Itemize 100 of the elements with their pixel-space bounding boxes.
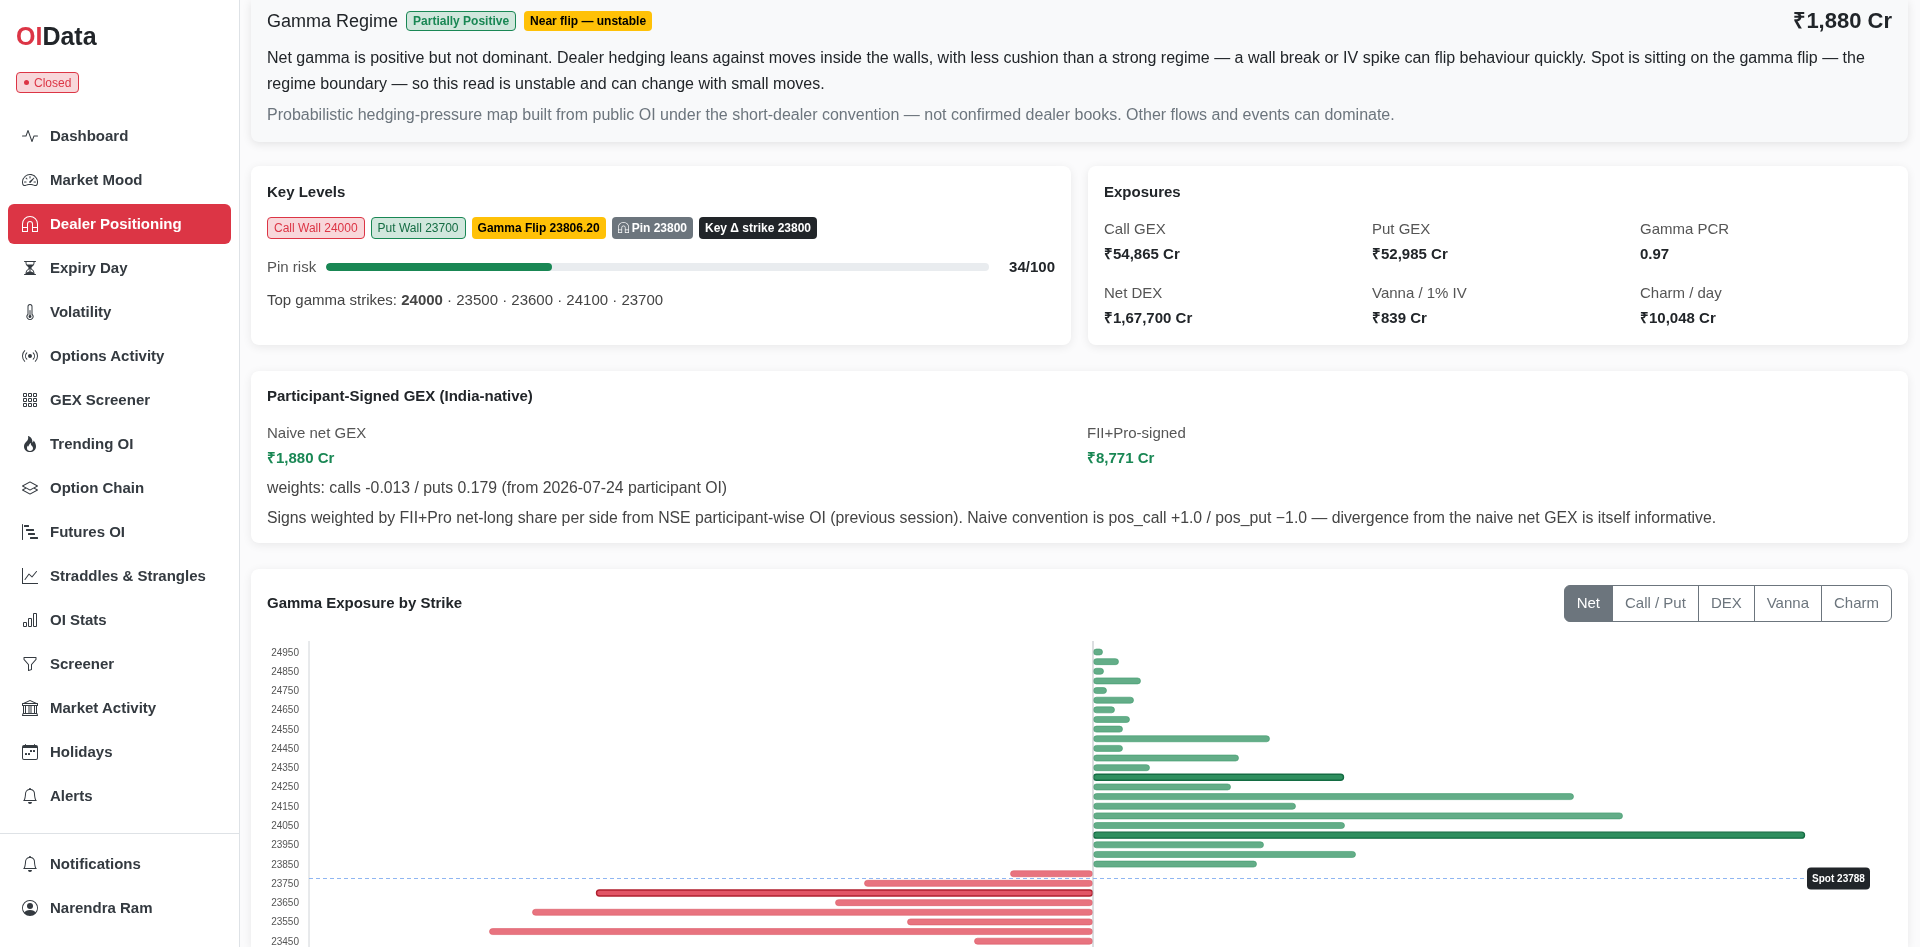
strike-label: 24850 xyxy=(271,665,299,677)
strike-label: 23850 xyxy=(271,858,299,870)
pin-risk-label: Pin risk xyxy=(267,256,317,277)
calendar-icon xyxy=(22,744,38,760)
strike-label: 23750 xyxy=(271,877,299,889)
sidebar-nav-item[interactable]: Notifications xyxy=(8,844,231,884)
chart-mode-tab[interactable]: Vanna xyxy=(1753,584,1822,622)
sidebar-nav-item[interactable]: Screener xyxy=(8,644,231,684)
metric-value: ₹839 Cr xyxy=(1372,307,1428,328)
pin-risk-reading: 34/100 xyxy=(1009,256,1055,277)
weights-text: weights: calls -0.013 / puts 0.179 (from 2026-07-24 participant OI) xyxy=(267,477,729,498)
net-gex-value: ₹1,880 Cr xyxy=(1793,8,1892,34)
top-gamma-strikes: Top gamma strikes: 24000 · 23500 · 23600 · 24100 · 23700 xyxy=(267,289,665,310)
flame-icon xyxy=(22,436,38,452)
sidebar-nav-item[interactable]: Futures OI xyxy=(8,512,231,552)
strike-label: 24650 xyxy=(271,703,299,715)
sidebar-nav-item[interactable]: Volatility xyxy=(8,292,231,332)
strike-label: 23550 xyxy=(271,915,299,927)
magnet-icon xyxy=(617,222,629,233)
chart-mode-tab[interactable]: Charm xyxy=(1821,584,1892,622)
positive-gex-bar xyxy=(1093,696,1134,703)
level-badge-label: Pin 23800 xyxy=(631,221,687,234)
bell-icon xyxy=(22,856,38,872)
metric-value: ₹54,865 Cr xyxy=(1104,243,1181,264)
strike-label: 24750 xyxy=(271,684,299,696)
metric-label: Net DEX xyxy=(1104,282,1164,303)
metric-label: Put GEX xyxy=(1372,218,1432,239)
pulse-icon xyxy=(22,128,38,144)
metric-value: 0.97 xyxy=(1640,243,1671,264)
regime-disclaimer: Probabilistic hedging-pressure map built from public OI under the short-dealer convention — not confirmed dealer books. Other flows and events can dominate. xyxy=(267,105,1396,125)
strike-label: 24550 xyxy=(271,723,299,735)
sidebar-nav-item[interactable]: Trending OI xyxy=(8,424,231,464)
grid-icon xyxy=(22,392,38,408)
strike-label: 23950 xyxy=(271,838,299,850)
chart-mode-tab[interactable]: Call / Put xyxy=(1612,584,1699,622)
broadcast-icon xyxy=(22,348,38,364)
magnet-icon xyxy=(22,216,38,232)
funnel-icon xyxy=(22,656,38,672)
positive-gex-bar xyxy=(1093,677,1141,684)
gauge-icon xyxy=(22,172,38,188)
strike-label: 24250 xyxy=(271,780,299,792)
sidebar-nav-item[interactable]: Market Mood xyxy=(8,160,231,200)
sidebar-nav-item[interactable]: Straddles & Strangles xyxy=(8,556,231,596)
positive-gex-bar xyxy=(1093,744,1123,752)
strike-label: 24950 xyxy=(271,646,299,657)
metric-label: FII+Pro-signed xyxy=(1087,422,1187,443)
card-title: Participant-Signed GEX (India-native) xyxy=(267,385,534,406)
sidebar-nav-item[interactable]: Dashboard xyxy=(8,116,231,156)
positive-gex-bar xyxy=(1093,667,1104,675)
chart-mode-tab[interactable]: DEX xyxy=(1697,584,1755,622)
strike-label: 24050 xyxy=(271,819,299,831)
hourglass-icon xyxy=(22,260,38,276)
positive-gex-bar xyxy=(1093,725,1123,732)
card-title: Key Levels xyxy=(267,181,347,202)
sidebar-nav-item[interactable]: Expiry Day xyxy=(8,248,231,288)
sidebar-nav-item[interactable]: Market Activity xyxy=(8,688,231,728)
bell-icon xyxy=(22,788,38,804)
participant-note: Signs weighted by FII+Pro net-long share per side from NSE participant-wise OI (previous session). Naive convention is pos_call +1.0 / pos_put −1.0 — divergence from the naive net GEX is itself informative. xyxy=(267,507,1718,528)
bar-steps-icon xyxy=(22,524,38,540)
card-title: Gamma Exposure by Strike xyxy=(267,593,463,613)
sidebar-nav-item[interactable]: Option Chain xyxy=(8,468,231,508)
positive-gex-bar xyxy=(1093,715,1130,723)
user-avatar-icon xyxy=(22,900,38,916)
regime-badge: Partially Positive xyxy=(406,11,517,31)
logo: OIData xyxy=(16,22,98,50)
positive-gex-bar xyxy=(1093,763,1150,771)
card-title: Exposures xyxy=(1104,181,1182,202)
sidebar-nav-item[interactable]: Alerts xyxy=(8,776,231,816)
regime-badge: Near flip — unstable xyxy=(524,11,653,31)
metric-value: ₹10,048 Cr xyxy=(1640,307,1717,328)
status-dot-icon xyxy=(24,80,29,85)
level-badge: Gamma Flip 23806.20 xyxy=(471,216,606,239)
sidebar-nav-item[interactable]: Holidays xyxy=(8,732,231,772)
metric-label: Charm / day xyxy=(1640,282,1723,303)
sidebar-nav-item[interactable]: Narendra Ram xyxy=(8,888,231,928)
sidebar-nav-item[interactable]: Options Activity xyxy=(8,336,231,376)
chart-mode-tab[interactable]: Net xyxy=(1563,584,1613,622)
strike-label: 23450 xyxy=(271,935,299,947)
strike-label: 24150 xyxy=(271,800,299,812)
positive-gex-bar xyxy=(1093,686,1107,694)
metric-label: Vanna / 1% IV xyxy=(1372,282,1468,303)
sidebar-nav-item[interactable]: OI Stats xyxy=(8,600,231,640)
metric-value: ₹8,771 Cr xyxy=(1087,447,1156,468)
metric-label: Gamma PCR xyxy=(1640,218,1731,239)
bar-chart-icon xyxy=(22,612,38,628)
level-badge: Call Wall 24000 xyxy=(267,216,365,239)
market-status-label: Closed xyxy=(34,76,72,89)
positive-gex-bar xyxy=(1093,657,1119,665)
metric-value: ₹1,880 Cr xyxy=(267,447,336,468)
bank-icon xyxy=(22,700,38,716)
metric-value: ₹1,67,700 Cr xyxy=(1104,307,1194,328)
spot-label: Spot 23788 xyxy=(1807,867,1870,889)
positive-gex-bar xyxy=(1093,706,1115,713)
level-badge: Put Wall 23700 xyxy=(370,216,466,239)
card-title: Gamma Regime xyxy=(267,10,399,33)
sidebar-nav-item[interactable]: Dealer Positioning xyxy=(8,204,231,244)
layers-icon xyxy=(22,480,38,496)
sidebar-nav-item[interactable]: GEX Screener xyxy=(8,380,231,420)
metric-value: ₹52,985 Cr xyxy=(1372,243,1449,264)
regime-summary: Net gamma is positive but not dominant. Dealer hedging leans against moves inside the walls, with less cushion than a strong regime — a wall break or IV spike can flip behaviour quickly. Spot is sitting on the gamma flip — the regime boundary — so this read is unstable and can change with small moves. xyxy=(267,48,1866,94)
